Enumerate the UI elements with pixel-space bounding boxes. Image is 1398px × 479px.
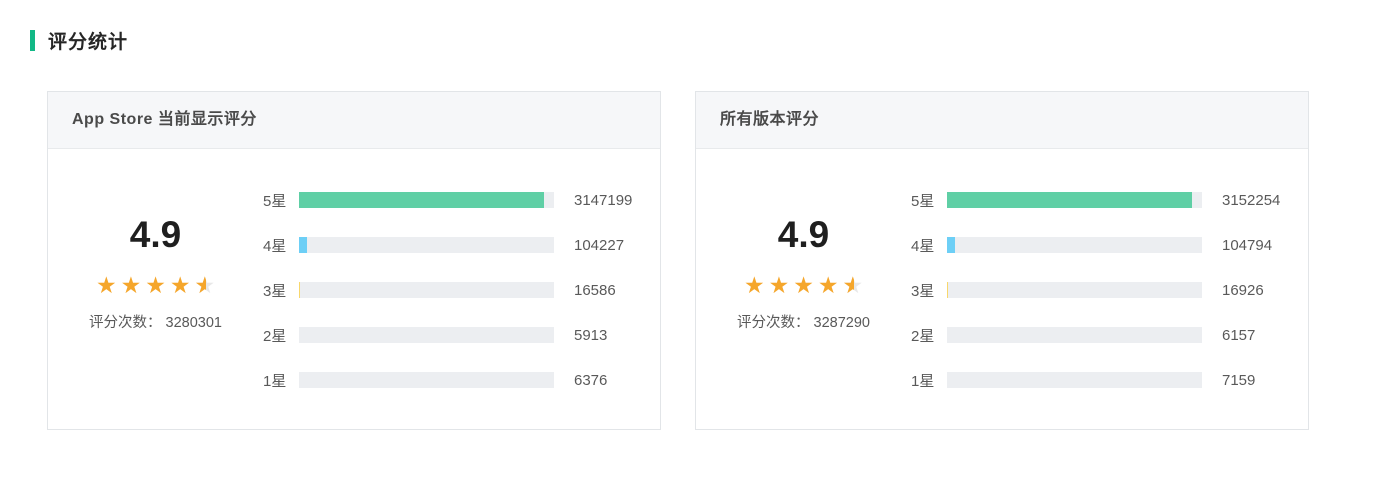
bar-fill [947,192,1192,208]
bar-track [947,327,1202,343]
star-level-label: 4星 [911,235,947,256]
star-level-label: 3星 [263,280,299,301]
rating-bar-row: 3星 16586 [263,282,660,298]
rating-breakdown: 5星 3147199 4星 104227 3星 16586 [263,149,660,417]
star-icon: ★★ [818,271,839,299]
rating-bar-row: 1星 6376 [263,372,660,388]
title-accent-bar-icon [30,30,35,51]
rating-value: 7159 [1222,372,1255,389]
card-all-versions-rating: 所有版本评分 4.9 ★★★★★★★★★★ 评分次数：3287290 5星 31… [695,91,1309,430]
rating-summary: 4.9 ★★★★★★★★★★ 评分次数：3287290 [696,149,911,417]
bar-track [299,327,554,343]
bar-track [947,192,1202,208]
star-level-label: 2星 [911,325,947,346]
rating-value: 6376 [574,372,607,389]
star-level-label: 1星 [911,370,947,391]
rating-bar-row: 3星 16926 [911,282,1308,298]
bar-track [299,192,554,208]
star-level-label: 5星 [263,190,299,211]
rating-value: 16586 [574,282,616,299]
rating-bar-row: 1星 7159 [911,372,1308,388]
star-rating: ★★★★★★★★★★ [696,271,911,299]
rating-value: 104227 [574,237,624,254]
star-icon: ★★ [744,271,765,299]
star-icon: ★★ [769,271,790,299]
bar-track [299,372,554,388]
star-rating: ★★★★★★★★★★ [48,271,263,299]
star-icon: ★★ [145,271,166,299]
bar-fill [299,282,300,298]
star-icon: ★★ [194,271,215,299]
star-level-label: 1星 [263,370,299,391]
bar-track [947,282,1202,298]
rating-bar-row: 4星 104794 [911,237,1308,253]
rating-count-value: 3280301 [166,315,222,331]
rating-bar-row: 4星 104227 [263,237,660,253]
rating-score: 4.9 [48,213,263,257]
rating-value: 3147199 [574,192,632,209]
bar-track [947,237,1202,253]
rating-value: 6157 [1222,327,1255,344]
star-level-label: 5星 [911,190,947,211]
rating-count: 评分次数：3287290 [696,311,911,332]
bar-fill [299,192,544,208]
card-appstore-current-rating: App Store 当前显示评分 4.9 ★★★★★★★★★★ 评分次数：328… [47,91,661,430]
bar-track [299,282,554,298]
bar-track [947,372,1202,388]
rating-cards-row: App Store 当前显示评分 4.9 ★★★★★★★★★★ 评分次数：328… [47,91,1398,430]
star-icon: ★★ [793,271,814,299]
star-icon: ★★ [121,271,142,299]
rating-bar-row: 5星 3147199 [263,192,660,208]
star-level-label: 4星 [263,235,299,256]
rating-score: 4.9 [696,213,911,257]
rating-count: 评分次数：3280301 [48,311,263,332]
rating-value: 16926 [1222,282,1264,299]
card-title: 所有版本评分 [696,92,1308,149]
rating-value: 104794 [1222,237,1272,254]
rating-value: 3152254 [1222,192,1280,209]
rating-bar-row: 5星 3152254 [911,192,1308,208]
bar-fill [947,372,948,388]
card-body: 4.9 ★★★★★★★★★★ 评分次数：3280301 5星 3147199 4… [48,149,660,417]
rating-summary: 4.9 ★★★★★★★★★★ 评分次数：3280301 [48,149,263,417]
card-body: 4.9 ★★★★★★★★★★ 评分次数：3287290 5星 3152254 4… [696,149,1308,417]
bar-fill [299,237,307,253]
star-icon: ★★ [170,271,191,299]
rating-count-label: 评分次数： [737,315,810,331]
star-icon: ★★ [96,271,117,299]
rating-stats-section: 评分统计 App Store 当前显示评分 4.9 ★★★★★★★★★★ 评分次… [0,0,1398,430]
section-title: 评分统计 [48,27,128,54]
rating-count-label: 评分次数： [89,315,162,331]
rating-count-value: 3287290 [814,315,870,331]
rating-value: 5913 [574,327,607,344]
card-title: App Store 当前显示评分 [48,92,660,149]
bar-fill [947,282,948,298]
star-level-label: 2星 [263,325,299,346]
rating-bar-row: 2星 5913 [263,327,660,343]
bar-fill [947,237,955,253]
star-icon: ★★ [842,271,863,299]
section-header: 评分统计 [30,27,1398,54]
rating-bar-row: 2星 6157 [911,327,1308,343]
star-level-label: 3星 [911,280,947,301]
rating-breakdown: 5星 3152254 4星 104794 3星 16926 [911,149,1308,417]
bar-track [299,237,554,253]
